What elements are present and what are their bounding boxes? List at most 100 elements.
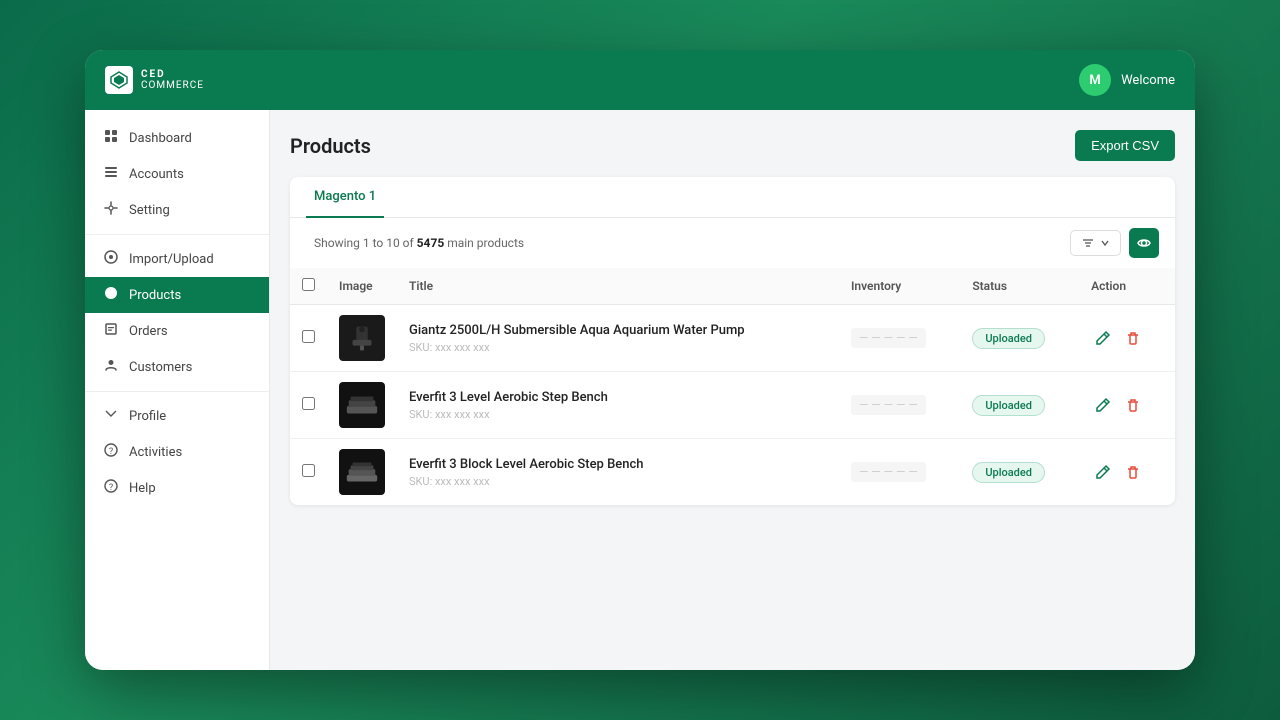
row2-delete-button[interactable] bbox=[1121, 393, 1145, 417]
sidebar-item-profile[interactable]: Profile bbox=[85, 398, 269, 434]
row1-checkbox[interactable] bbox=[302, 330, 315, 343]
sidebar-item-import-upload[interactable]: Import/Upload bbox=[85, 241, 269, 277]
sidebar-divider-1 bbox=[85, 234, 269, 235]
row1-title: Giantz 2500L/H Submersible Aqua Aquarium… bbox=[409, 323, 827, 338]
dashboard-icon bbox=[103, 129, 119, 147]
sidebar-item-accounts[interactable]: Accounts bbox=[85, 156, 269, 192]
sidebar-label-orders: Orders bbox=[129, 324, 168, 339]
row3-image-cell bbox=[327, 439, 397, 506]
row2-status-cell: Uploaded bbox=[960, 372, 1079, 439]
row2-image-cell bbox=[327, 372, 397, 439]
orders-icon bbox=[103, 322, 119, 340]
table-row: Giantz 2500L/H Submersible Aqua Aquarium… bbox=[290, 305, 1175, 372]
table-row: Everfit 3 Level Aerobic Step Bench SKU: … bbox=[290, 372, 1175, 439]
row2-product-image bbox=[339, 382, 385, 428]
row2-title: Everfit 3 Level Aerobic Step Bench bbox=[409, 390, 827, 405]
profile-icon bbox=[103, 407, 119, 425]
select-all-checkbox[interactable] bbox=[302, 278, 315, 291]
sidebar-label-dashboard: Dashboard bbox=[129, 131, 192, 146]
row1-image-cell bbox=[327, 305, 397, 372]
row2-actions bbox=[1091, 393, 1163, 417]
row3-sub: SKU: xxx xxx xxx bbox=[409, 475, 827, 488]
import-icon bbox=[103, 250, 119, 268]
row2-inventory-cell: — — — — — bbox=[839, 372, 960, 439]
row2-sub: SKU: xxx xxx xxx bbox=[409, 408, 827, 421]
sidebar-label-customers: Customers bbox=[129, 360, 192, 375]
header-right: M Welcome bbox=[1079, 64, 1175, 96]
customers-icon bbox=[103, 358, 119, 376]
table-wrapper: Image Title Inventory Status Action bbox=[290, 268, 1175, 505]
setting-icon bbox=[103, 201, 119, 219]
filter-button[interactable] bbox=[1070, 230, 1121, 256]
svg-text:?: ? bbox=[109, 483, 113, 493]
col-header-image: Image bbox=[327, 268, 397, 305]
col-header-title: Title bbox=[397, 268, 839, 305]
row3-edit-button[interactable] bbox=[1091, 460, 1115, 484]
row2-action-cell bbox=[1079, 372, 1175, 439]
products-table: Image Title Inventory Status Action bbox=[290, 268, 1175, 505]
avatar: M bbox=[1079, 64, 1111, 96]
row3-action-cell bbox=[1079, 439, 1175, 506]
row2-status-badge: Uploaded bbox=[972, 395, 1045, 416]
row3-product-image bbox=[339, 449, 385, 495]
sidebar-label-activities: Activities bbox=[129, 445, 182, 460]
sidebar-item-setting[interactable]: Setting bbox=[85, 192, 269, 228]
showing-text: Showing 1 to 10 of 5475 main products bbox=[306, 236, 524, 250]
row3-title: Everfit 3 Block Level Aerobic Step Bench bbox=[409, 457, 827, 472]
sidebar-label-profile: Profile bbox=[129, 409, 166, 424]
svg-text:?: ? bbox=[109, 447, 113, 457]
row1-inventory-cell: — — — — — bbox=[839, 305, 960, 372]
row3-title-cell: Everfit 3 Block Level Aerobic Step Bench… bbox=[397, 439, 839, 506]
row2-edit-button[interactable] bbox=[1091, 393, 1115, 417]
view-toggle-button[interactable] bbox=[1129, 228, 1159, 258]
products-icon bbox=[103, 286, 119, 304]
row2-checkbox-cell bbox=[290, 372, 327, 439]
sidebar-label-setting: Setting bbox=[129, 203, 170, 218]
row1-inventory: — — — — — bbox=[851, 328, 926, 348]
row3-actions bbox=[1091, 460, 1163, 484]
table-row: Everfit 3 Block Level Aerobic Step Bench… bbox=[290, 439, 1175, 506]
col-header-status: Status bbox=[960, 268, 1079, 305]
sidebar-item-activities[interactable]: ? Activities bbox=[85, 434, 269, 470]
sidebar-divider-2 bbox=[85, 391, 269, 392]
row3-inventory: — — — — — bbox=[851, 462, 926, 482]
welcome-text: Welcome bbox=[1121, 73, 1175, 88]
sidebar-item-customers[interactable]: Customers bbox=[85, 349, 269, 385]
row1-edit-button[interactable] bbox=[1091, 326, 1115, 350]
row3-inventory-cell: — — — — — bbox=[839, 439, 960, 506]
sidebar-item-help[interactable]: ? Help bbox=[85, 470, 269, 506]
row3-delete-button[interactable] bbox=[1121, 460, 1145, 484]
main-layout: Dashboard Accounts bbox=[85, 110, 1195, 670]
logo-icon bbox=[105, 66, 133, 94]
row1-status-cell: Uploaded bbox=[960, 305, 1079, 372]
content-area: Products Export CSV Magento 1 Showing 1 … bbox=[270, 110, 1195, 670]
tabs-bar: Magento 1 bbox=[290, 177, 1175, 218]
row1-delete-button[interactable] bbox=[1121, 326, 1145, 350]
accounts-icon bbox=[103, 165, 119, 183]
row3-status-badge: Uploaded bbox=[972, 462, 1045, 483]
help-icon: ? bbox=[103, 479, 119, 497]
sidebar-item-products[interactable]: Products bbox=[85, 277, 269, 313]
page-header: Products Export CSV bbox=[290, 130, 1175, 161]
sidebar-label-products: Products bbox=[129, 288, 181, 303]
row1-product-image bbox=[339, 315, 385, 361]
row3-checkbox[interactable] bbox=[302, 464, 315, 477]
col-header-action: Action bbox=[1079, 268, 1175, 305]
logo-text: CED COMMERCE bbox=[141, 69, 204, 91]
row1-title-cell: Giantz 2500L/H Submersible Aqua Aquarium… bbox=[397, 305, 839, 372]
export-csv-button[interactable]: Export CSV bbox=[1075, 130, 1175, 161]
row2-checkbox[interactable] bbox=[302, 397, 315, 410]
sidebar: Dashboard Accounts bbox=[85, 110, 270, 670]
row2-inventory: — — — — — bbox=[851, 395, 926, 415]
col-header-inventory: Inventory bbox=[839, 268, 960, 305]
page-title: Products bbox=[290, 134, 371, 158]
row2-title-cell: Everfit 3 Level Aerobic Step Bench SKU: … bbox=[397, 372, 839, 439]
table-header-row: Image Title Inventory Status Action bbox=[290, 268, 1175, 305]
row1-checkbox-cell bbox=[290, 305, 327, 372]
sidebar-item-dashboard[interactable]: Dashboard bbox=[85, 120, 269, 156]
device-frame: CED COMMERCE M Welcome Dashboar bbox=[85, 50, 1195, 670]
tab-magento1[interactable]: Magento 1 bbox=[306, 177, 384, 218]
header: CED COMMERCE M Welcome bbox=[85, 50, 1195, 110]
row1-action-cell bbox=[1079, 305, 1175, 372]
sidebar-item-orders[interactable]: Orders bbox=[85, 313, 269, 349]
